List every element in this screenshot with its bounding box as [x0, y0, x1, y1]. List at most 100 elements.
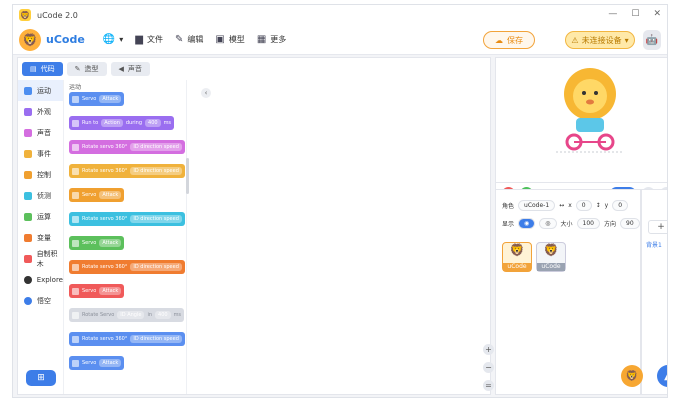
connect-device-button[interactable]: ⚠ 未连接设备 ▾ — [565, 31, 635, 49]
code-block[interactable]: Rotate servo 360° ID direction speed — [69, 164, 185, 178]
logo: 🦁 uCode — [19, 28, 85, 51]
block-parameter[interactable]: Attack — [99, 95, 122, 103]
block-text: Rotate servo 360° — [82, 168, 128, 174]
x-input[interactable]: 0 — [575, 200, 592, 211]
block-parameter[interactable]: Action — [101, 119, 123, 127]
code-block[interactable]: Rotate Servo ID Angle in 400 ms — [69, 308, 185, 322]
category-control[interactable]: 控制 — [18, 164, 63, 185]
palette-scrollbar[interactable] — [186, 158, 189, 194]
direction-input[interactable]: 90 — [620, 218, 640, 229]
hide-eye-icon[interactable]: ◎ — [539, 218, 557, 229]
block-text: Servo — [82, 96, 97, 102]
code-block[interactable]: Servo Attack — [69, 284, 125, 298]
events-icon — [24, 149, 32, 158]
menu-file-label: 文件 — [146, 35, 163, 44]
block-text: Rotate servo 360° — [82, 264, 128, 270]
sprite-card[interactable]: 🦁 uCode — [536, 242, 566, 272]
save-button[interactable]: ☁ 保存 — [483, 31, 535, 49]
block-text: Servo — [82, 360, 97, 366]
category-label: 运算 — [37, 212, 51, 221]
minimize-icon[interactable]: — — [608, 9, 617, 19]
menu-edit-label: 编辑 — [187, 35, 204, 44]
lion-on-bike-sprite — [556, 68, 624, 153]
robot-avatar-icon[interactable]: 🤖 — [643, 30, 661, 50]
code-block[interactable]: Rotate servo 360° ID direction speed — [69, 212, 185, 226]
menu-model[interactable]: ▣ 模型 — [215, 34, 244, 45]
block-parameter[interactable]: Attack — [99, 359, 122, 367]
zoom-out-button[interactable]: − — [483, 362, 494, 373]
tab-sound[interactable]: ◀ 声音 — [110, 62, 150, 76]
zoom-reset-button[interactable]: = — [483, 380, 494, 391]
block-parameter[interactable]: ID direction speed — [130, 143, 182, 151]
tab-code[interactable]: ▤ 代码 — [22, 62, 63, 76]
grid-icon: ▦ — [256, 34, 267, 45]
category-events[interactable]: 事件 — [18, 143, 63, 164]
control-icon — [24, 170, 32, 179]
block-parameter[interactable]: Attack — [99, 191, 122, 199]
block-categories: 运动 外观 声音 事件 控制 侦测 运算 变量 自制积木 Explore 悟空 … — [18, 80, 64, 394]
lion-face — [573, 79, 607, 113]
add-background-button[interactable]: + — [648, 220, 667, 234]
zoom-in-button[interactable]: + — [483, 344, 494, 355]
lion-nose — [586, 99, 594, 105]
maximize-icon[interactable]: ☐ — [631, 9, 639, 19]
menu-file[interactable]: ▆ 文件 — [135, 34, 163, 45]
lion-body — [576, 118, 604, 132]
block-icon — [72, 191, 79, 199]
category-motion[interactable]: 运动 — [18, 80, 63, 101]
block-text: Servo — [82, 192, 97, 198]
add-extension-button[interactable]: ⊞ — [26, 370, 56, 386]
category-variables[interactable]: 变量 — [18, 227, 63, 248]
code-block[interactable]: Rotate servo 360° ID direction speed — [69, 260, 185, 274]
block-parameter[interactable]: Attack — [99, 239, 122, 247]
close-icon[interactable]: ✕ — [653, 9, 661, 19]
show-eye-icon[interactable]: ◉ — [518, 218, 536, 229]
category-wukong[interactable]: 悟空 — [18, 290, 63, 311]
block-icon — [72, 311, 79, 319]
category-label: 运动 — [37, 86, 51, 95]
category-sound[interactable]: 声音 — [18, 122, 63, 143]
menu-edit[interactable]: ✎ 编辑 — [175, 34, 203, 45]
save-button-label: 保存 — [507, 35, 523, 45]
sprite-card-selected[interactable]: 🦁 uCode — [502, 242, 532, 272]
category-looks[interactable]: 外观 — [18, 101, 63, 122]
code-block[interactable]: Run to Action during 400 ms — [69, 116, 175, 130]
code-block[interactable]: Servo Attack — [69, 356, 125, 370]
block-text: Servo — [82, 240, 97, 246]
code-block[interactable]: Rotate servo 360° ID direction speed — [69, 140, 185, 154]
speaker-icon: ◀ — [118, 65, 124, 73]
sprite-panel: 角色 uCode-1 ↔ x 0 ↕ y 0 显示 ◉ ◎ 大小 100 方向 … — [495, 189, 641, 395]
direction-label: 方向 — [603, 221, 616, 228]
block-parameter[interactable]: Attack — [99, 287, 122, 295]
category-operators[interactable]: 运算 — [18, 206, 63, 227]
menu-more[interactable]: ▦ 更多 — [257, 34, 286, 45]
block-icon — [72, 287, 79, 295]
block-parameter[interactable]: ID direction speed — [130, 167, 182, 175]
sprite-name-row: 角色 uCode-1 ↔ x 0 ↕ y 0 — [502, 200, 629, 211]
block-parameter[interactable]: 400 — [145, 119, 161, 127]
block-parameter[interactable]: ID direction speed — [130, 215, 182, 223]
category-sensing[interactable]: 侦测 — [18, 185, 63, 206]
tab-sound-label: 声音 — [127, 65, 142, 73]
block-parameter[interactable]: ID direction speed — [130, 263, 182, 271]
chevron-down-icon: ▾ — [624, 35, 629, 45]
sprite-name-input[interactable]: uCode-1 — [518, 200, 556, 211]
lion-helper-button[interactable]: 🦁 — [621, 365, 643, 387]
collapse-palette-button[interactable]: ‹ — [201, 88, 211, 98]
tab-costume[interactable]: ✎ 造型 — [66, 62, 107, 76]
block-parameter[interactable]: ID Angle — [117, 311, 145, 319]
stage-canvas[interactable] — [495, 57, 667, 183]
size-input[interactable]: 100 — [576, 218, 600, 229]
block-parameter[interactable]: 400 — [155, 311, 171, 319]
code-block[interactable]: Rotate servo 360° ID direction speed — [69, 332, 185, 346]
block-parameter[interactable]: ID direction speed — [130, 335, 182, 343]
code-block[interactable]: Servo Attack — [69, 236, 125, 250]
category-my-blocks[interactable]: 自制积木 — [18, 248, 63, 269]
category-explore[interactable]: Explore — [18, 269, 63, 290]
operators-icon — [24, 212, 32, 221]
y-input[interactable]: 0 — [612, 200, 629, 211]
language-menu[interactable]: 🌐 ▾ — [103, 34, 123, 45]
code-block[interactable]: Servo Attack — [69, 188, 125, 202]
brush-icon: ✎ — [74, 65, 81, 73]
code-block[interactable]: Servo Attack — [69, 92, 125, 106]
